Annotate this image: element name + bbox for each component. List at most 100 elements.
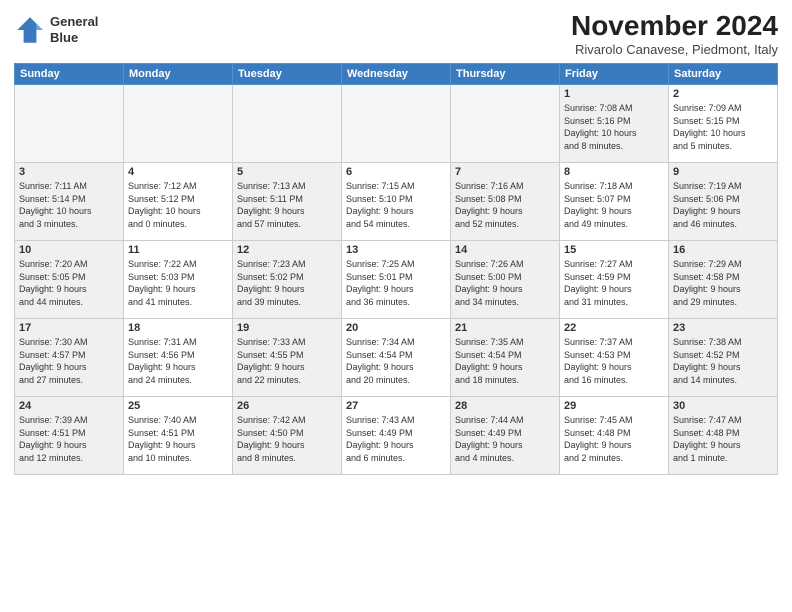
calendar-cell: 11 Sunrise: 7:22 AM Sunset: 5:03 PM Dayli…: [124, 241, 233, 319]
logo-icon: [14, 14, 46, 46]
calendar-cell: 2 Sunrise: 7:09 AM Sunset: 5:15 PM Daylig…: [669, 85, 778, 163]
day-info: Sunrise: 7:18 AM Sunset: 5:07 PM Dayligh…: [564, 180, 664, 230]
calendar-cell: 4Sunrise: 7:12 AM Sunset: 5:12 PM Daylig…: [124, 163, 233, 241]
calendar-cell: [233, 85, 342, 163]
day-info: Sunrise: 7:42 AM Sunset: 4:50 PM Dayligh…: [237, 414, 337, 464]
day-info: Sunrise: 7:20 AM Sunset: 5:05 PM Dayligh…: [19, 258, 119, 308]
calendar-cell: 24Sunrise: 7:39 AM Sunset: 4:51 PM Dayli…: [15, 397, 124, 475]
day-info: Sunrise: 7:34 AM Sunset: 4:54 PM Dayligh…: [346, 336, 446, 386]
day-number: 27: [346, 400, 446, 412]
day-info: Sunrise: 7:45 AM Sunset: 4:48 PM Dayligh…: [564, 414, 664, 464]
day-info: Sunrise: 7:25 AM Sunset: 5:01 PM Dayligh…: [346, 258, 446, 308]
calendar-cell: 20 Sunrise: 7:34 AM Sunset: 4:54 PM Dayli…: [342, 319, 451, 397]
day-number: 21: [455, 322, 555, 334]
day-info: Sunrise: 7:40 AM Sunset: 4:51 PM Dayligh…: [128, 414, 228, 464]
day-info: Sunrise: 7:37 AM Sunset: 4:53 PM Dayligh…: [564, 336, 664, 386]
day-number: 19: [237, 322, 337, 334]
calendar-cell: 1Sunrise: 7:08 AM Sunset: 5:16 PM Daylig…: [560, 85, 669, 163]
calendar-cell: 26Sunrise: 7:42 AM Sunset: 4:50 PM Dayli…: [233, 397, 342, 475]
calendar-cell: [342, 85, 451, 163]
calendar-cell: 8 Sunrise: 7:18 AM Sunset: 5:07 PM Daylig…: [560, 163, 669, 241]
calendar-cell: 22 Sunrise: 7:37 AM Sunset: 4:53 PM Dayli…: [560, 319, 669, 397]
calendar-cell: 17 Sunrise: 7:30 AM Sunset: 4:57 PM Dayli…: [15, 319, 124, 397]
day-number: 16: [673, 244, 773, 256]
day-info: Sunrise: 7:23 AM Sunset: 5:02 PM Dayligh…: [237, 258, 337, 308]
day-number: 17: [19, 322, 119, 334]
calendar-cell: 29 Sunrise: 7:45 AM Sunset: 4:48 PM Dayli…: [560, 397, 669, 475]
day-number: 24: [19, 400, 119, 412]
page: General Blue November 2024 Rivarolo Cana…: [0, 0, 792, 612]
day-number: 22: [564, 322, 664, 334]
day-info: Sunrise: 7:47 AM Sunset: 4:48 PM Dayligh…: [673, 414, 773, 464]
calendar-cell: 12 Sunrise: 7:23 AM Sunset: 5:02 PM Dayli…: [233, 241, 342, 319]
weekday-header: Monday: [124, 64, 233, 85]
day-number: 28: [455, 400, 555, 412]
day-number: 13: [346, 244, 446, 256]
logo-line1: General: [50, 14, 98, 30]
month-title: November 2024: [571, 10, 778, 42]
logo-line2: Blue: [50, 30, 98, 46]
day-info: Sunrise: 7:31 AM Sunset: 4:56 PM Dayligh…: [128, 336, 228, 386]
day-info: Sunrise: 7:44 AM Sunset: 4:49 PM Dayligh…: [455, 414, 555, 464]
day-number: 12: [237, 244, 337, 256]
day-number: 18: [128, 322, 228, 334]
day-info: Sunrise: 7:09 AM Sunset: 5:15 PM Dayligh…: [673, 102, 773, 152]
day-info: Sunrise: 7:26 AM Sunset: 5:00 PM Dayligh…: [455, 258, 555, 308]
day-number: 14: [455, 244, 555, 256]
calendar-week: 1Sunrise: 7:08 AM Sunset: 5:16 PM Daylig…: [15, 85, 778, 163]
calendar-cell: 21 Sunrise: 7:35 AM Sunset: 4:54 PM Dayli…: [451, 319, 560, 397]
calendar-header: SundayMondayTuesdayWednesdayThursdayFrid…: [15, 64, 778, 85]
calendar-cell: 25 Sunrise: 7:40 AM Sunset: 4:51 PM Dayli…: [124, 397, 233, 475]
weekday-header: Tuesday: [233, 64, 342, 85]
calendar-body: 1Sunrise: 7:08 AM Sunset: 5:16 PM Daylig…: [15, 85, 778, 475]
calendar-cell: 23 Sunrise: 7:38 AM Sunset: 4:52 PM Dayli…: [669, 319, 778, 397]
calendar-cell: 14 Sunrise: 7:26 AM Sunset: 5:00 PM Dayli…: [451, 241, 560, 319]
day-info: Sunrise: 7:16 AM Sunset: 5:08 PM Dayligh…: [455, 180, 555, 230]
day-number: 7: [455, 166, 555, 178]
day-info: Sunrise: 7:08 AM Sunset: 5:16 PM Dayligh…: [564, 102, 664, 152]
day-number: 2: [673, 88, 773, 100]
logo-text: General Blue: [50, 14, 98, 45]
day-info: Sunrise: 7:38 AM Sunset: 4:52 PM Dayligh…: [673, 336, 773, 386]
weekday-row: SundayMondayTuesdayWednesdayThursdayFrid…: [15, 64, 778, 85]
day-info: Sunrise: 7:22 AM Sunset: 5:03 PM Dayligh…: [128, 258, 228, 308]
calendar-table: SundayMondayTuesdayWednesdayThursdayFrid…: [14, 63, 778, 475]
calendar-cell: 27Sunrise: 7:43 AM Sunset: 4:49 PM Dayli…: [342, 397, 451, 475]
day-info: Sunrise: 7:29 AM Sunset: 4:58 PM Dayligh…: [673, 258, 773, 308]
day-info: Sunrise: 7:11 AM Sunset: 5:14 PM Dayligh…: [19, 180, 119, 230]
header: General Blue November 2024 Rivarolo Cana…: [14, 10, 778, 57]
day-number: 30: [673, 400, 773, 412]
calendar-cell: 19Sunrise: 7:33 AM Sunset: 4:55 PM Dayli…: [233, 319, 342, 397]
calendar-cell: [451, 85, 560, 163]
day-info: Sunrise: 7:15 AM Sunset: 5:10 PM Dayligh…: [346, 180, 446, 230]
day-info: Sunrise: 7:30 AM Sunset: 4:57 PM Dayligh…: [19, 336, 119, 386]
day-number: 25: [128, 400, 228, 412]
calendar-cell: 7 Sunrise: 7:16 AM Sunset: 5:08 PM Daylig…: [451, 163, 560, 241]
calendar-cell: 13 Sunrise: 7:25 AM Sunset: 5:01 PM Dayli…: [342, 241, 451, 319]
day-info: Sunrise: 7:35 AM Sunset: 4:54 PM Dayligh…: [455, 336, 555, 386]
calendar-cell: 9Sunrise: 7:19 AM Sunset: 5:06 PM Daylig…: [669, 163, 778, 241]
day-number: 23: [673, 322, 773, 334]
calendar-week: 24Sunrise: 7:39 AM Sunset: 4:51 PM Dayli…: [15, 397, 778, 475]
day-number: 8: [564, 166, 664, 178]
day-number: 9: [673, 166, 773, 178]
day-number: 15: [564, 244, 664, 256]
calendar-week: 10Sunrise: 7:20 AM Sunset: 5:05 PM Dayli…: [15, 241, 778, 319]
weekday-header: Thursday: [451, 64, 560, 85]
calendar-cell: 6Sunrise: 7:15 AM Sunset: 5:10 PM Daylig…: [342, 163, 451, 241]
calendar-cell: 18 Sunrise: 7:31 AM Sunset: 4:56 PM Dayli…: [124, 319, 233, 397]
calendar-cell: [124, 85, 233, 163]
weekday-header: Wednesday: [342, 64, 451, 85]
calendar-cell: 3Sunrise: 7:11 AM Sunset: 5:14 PM Daylig…: [15, 163, 124, 241]
calendar-cell: 5Sunrise: 7:13 AM Sunset: 5:11 PM Daylig…: [233, 163, 342, 241]
calendar-cell: [15, 85, 124, 163]
day-number: 29: [564, 400, 664, 412]
weekday-header: Friday: [560, 64, 669, 85]
calendar-week: 3Sunrise: 7:11 AM Sunset: 5:14 PM Daylig…: [15, 163, 778, 241]
calendar-cell: 28 Sunrise: 7:44 AM Sunset: 4:49 PM Dayli…: [451, 397, 560, 475]
title-block: November 2024 Rivarolo Canavese, Piedmon…: [571, 10, 778, 57]
day-number: 20: [346, 322, 446, 334]
logo: General Blue: [14, 14, 98, 46]
day-number: 11: [128, 244, 228, 256]
calendar-cell: 15Sunrise: 7:27 AM Sunset: 4:59 PM Dayli…: [560, 241, 669, 319]
